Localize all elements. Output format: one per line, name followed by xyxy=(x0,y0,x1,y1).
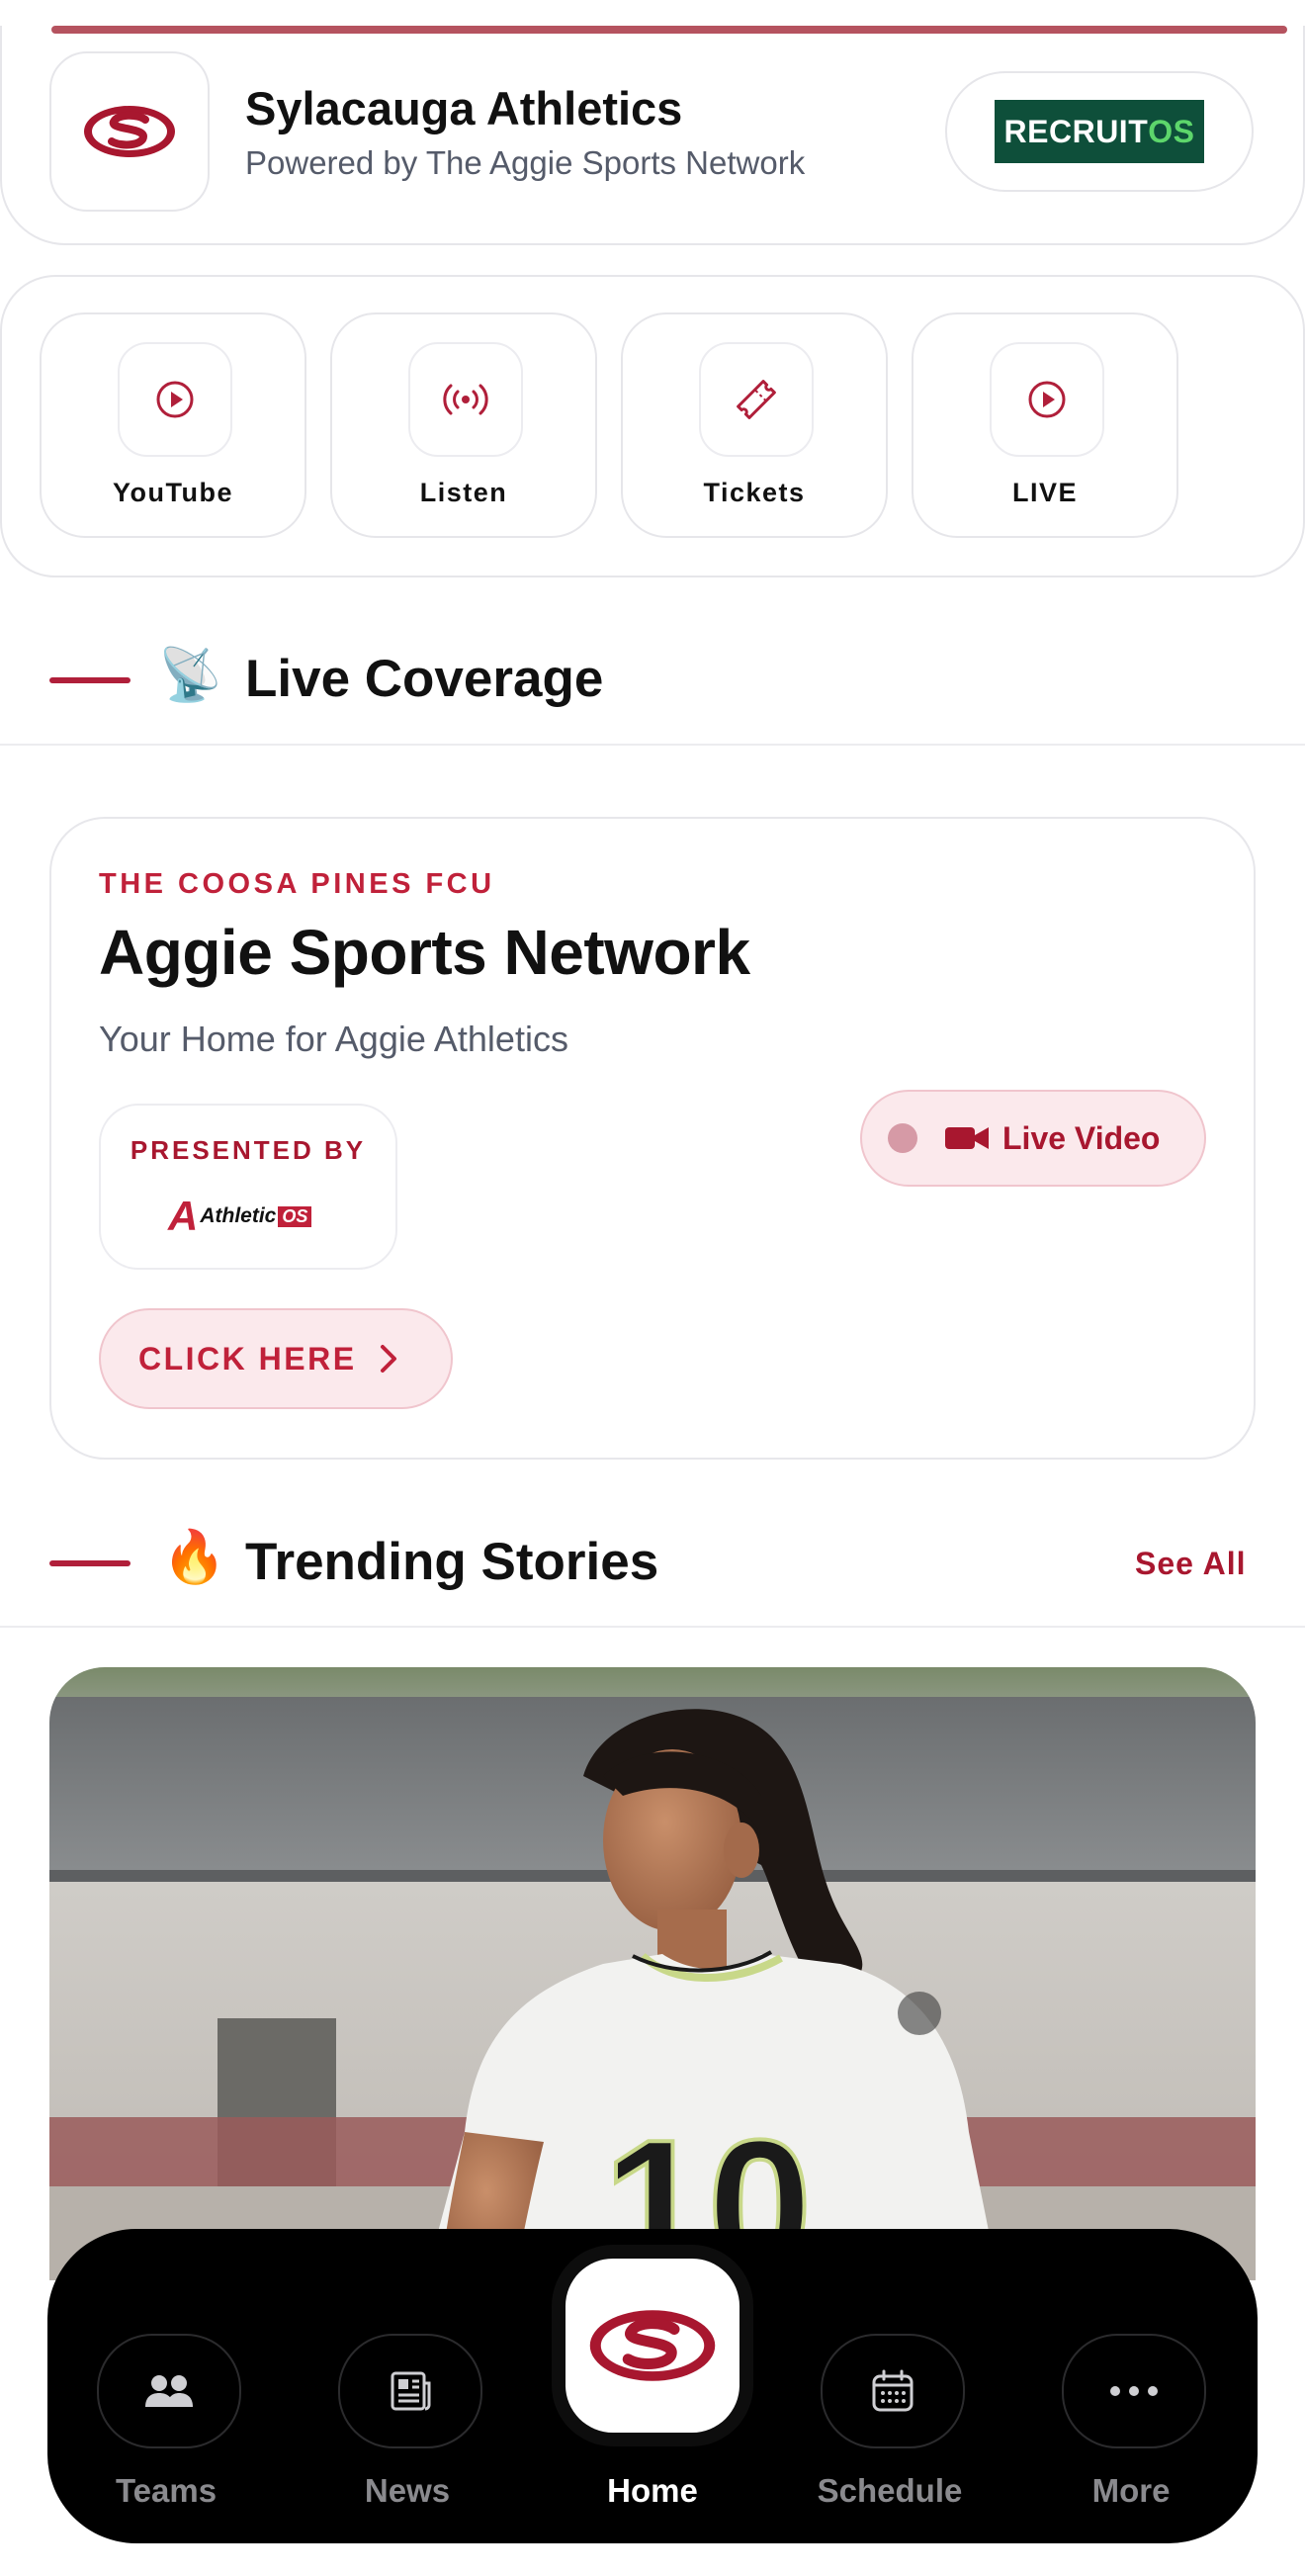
more-dots-icon xyxy=(1110,2386,1158,2396)
quick-link-label: Listen xyxy=(419,478,508,507)
live-video-label: Live Video xyxy=(1002,1119,1161,1156)
sponsor-name-main: RECRUIT xyxy=(1003,113,1149,149)
live-coverage-title: Live Coverage xyxy=(245,650,604,708)
tab-label: More xyxy=(1091,2472,1171,2509)
header-accent-bar xyxy=(51,26,1287,34)
presented-by-label: PRESENTED BY xyxy=(130,1135,367,1165)
satellite-dish-icon: 📡 xyxy=(158,647,222,704)
newspaper-icon xyxy=(391,2371,431,2411)
live-video-button[interactable]: Live Video xyxy=(860,1090,1206,1187)
logo-word: Athletic xyxy=(200,1204,277,1227)
app-subtitle: Powered by The Aggie Sports Network xyxy=(245,144,806,181)
card-eyebrow: THE COOSA PINES FCU xyxy=(99,868,495,900)
logo-suffix: OS xyxy=(278,1205,312,1227)
quick-link-live[interactable]: LIVE xyxy=(912,312,1178,538)
trending-stories-title: Trending Stories xyxy=(245,1533,659,1591)
tab-label: Schedule xyxy=(817,2472,963,2509)
calendar-icon xyxy=(872,2369,914,2412)
play-circle-icon xyxy=(990,342,1104,457)
app-title: Sylacauga Athletics xyxy=(245,82,683,134)
sponsor-button[interactable]: RECRUIT OS xyxy=(945,71,1254,192)
sponsor-name-accent: OS xyxy=(1148,113,1195,149)
quick-link-label: LIVE xyxy=(1011,478,1078,507)
section-divider xyxy=(0,1626,1305,1628)
story-image[interactable]: 10 xyxy=(49,1667,1256,2280)
soccer-player-photo: 10 xyxy=(49,1667,1256,2280)
presented-by-box: PRESENTED BY A Athletic OS xyxy=(99,1104,397,1270)
tab-label: News xyxy=(364,2472,451,2509)
tab-label: Teams xyxy=(115,2472,218,2509)
people-icon xyxy=(145,2375,193,2407)
broadcast-icon xyxy=(408,342,523,457)
tab-schedule[interactable] xyxy=(821,2334,965,2448)
ticket-icon xyxy=(699,342,814,457)
quick-link-label: Tickets xyxy=(703,478,806,507)
quick-link-listen[interactable]: Listen xyxy=(330,312,597,538)
team-logo[interactable] xyxy=(49,51,210,212)
tab-teams[interactable] xyxy=(97,2334,241,2448)
tab-label-active: Home xyxy=(607,2472,698,2509)
section-divider xyxy=(0,744,1305,746)
click-here-button[interactable]: CLICK HERE xyxy=(99,1308,453,1409)
live-status-dot xyxy=(888,1123,917,1153)
see-all-link[interactable]: See All xyxy=(1135,1546,1247,1582)
play-circle-icon xyxy=(118,342,232,457)
athleticos-logo: A Athletic OS xyxy=(168,1193,312,1239)
recruitos-logo: RECRUIT OS xyxy=(995,100,1204,163)
tab-home[interactable] xyxy=(566,2259,740,2433)
section-accent-bar xyxy=(49,677,130,683)
quick-link-youtube[interactable]: YouTube xyxy=(40,312,306,538)
click-here-label: CLICK HERE xyxy=(138,1340,357,1377)
sylacauga-s-logo-icon xyxy=(589,2310,716,2381)
tab-more[interactable] xyxy=(1062,2334,1206,2448)
tab-news[interactable] xyxy=(338,2334,482,2448)
quick-link-tickets[interactable]: Tickets xyxy=(621,312,888,538)
quick-link-label: YouTube xyxy=(113,478,233,507)
bottom-tab-bar: Teams News Home Schedule More xyxy=(47,2229,1258,2543)
chevron-right-icon xyxy=(380,1345,396,1373)
card-tagline: Your Home for Aggie Athletics xyxy=(99,1019,568,1059)
sylacauga-s-logo-icon xyxy=(84,106,175,157)
video-camera-icon xyxy=(945,1127,989,1149)
card-title: Aggie Sports Network xyxy=(99,917,750,988)
logo-mark: A xyxy=(168,1193,199,1239)
section-accent-bar xyxy=(49,1560,130,1566)
fire-icon: 🔥 xyxy=(162,1529,226,1586)
